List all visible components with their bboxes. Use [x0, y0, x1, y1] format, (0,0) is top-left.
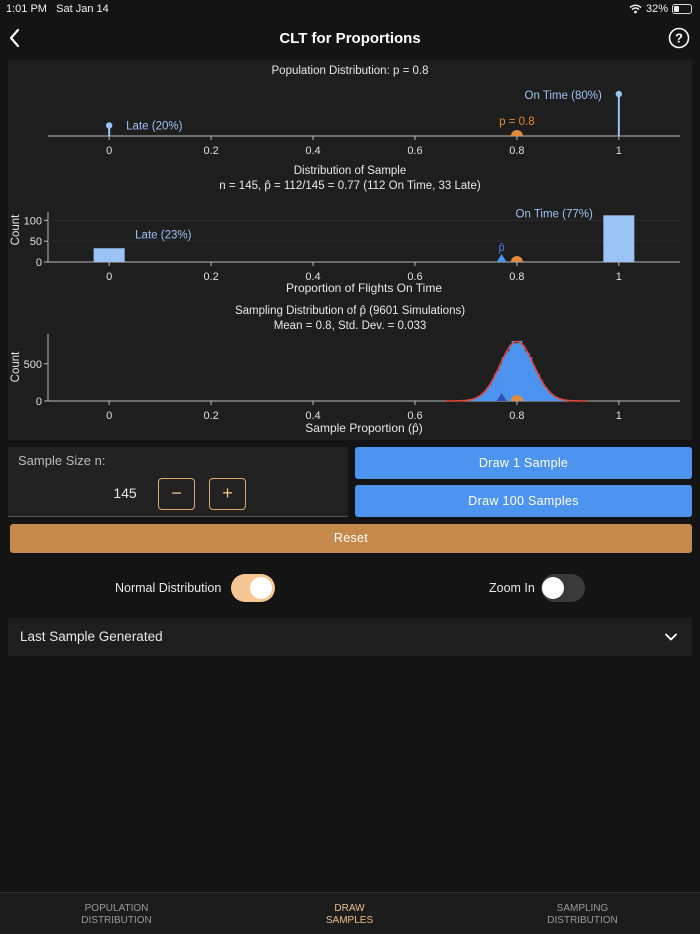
sampling-histogram-bar	[514, 343, 518, 401]
sampling-histogram-bar	[511, 341, 515, 401]
sampling-histogram-bar	[516, 342, 520, 401]
battery-percent: 32%	[645, 3, 668, 15]
wifi-icon	[629, 4, 642, 14]
y-tick-label: 500	[24, 359, 42, 371]
sample-x-ticks: 0 0.2 0.4 0.6 0.8 1	[106, 262, 622, 283]
sample-p-marker	[510, 256, 523, 262]
accordion-title: Last Sample Generated	[20, 629, 163, 644]
x-tick-label: 0.2	[203, 145, 218, 157]
sampling-histogram-bar	[519, 340, 523, 401]
population-chart-title: Population Distribution: p = 0.8	[272, 65, 429, 77]
charts-panel: Population Distribution: p = 0.8 0 0.2 0.4…	[8, 60, 692, 440]
sample-phat-label: p̂	[499, 242, 505, 254]
decrement-button[interactable]: −	[158, 478, 195, 510]
population-p-marker	[510, 130, 523, 136]
x-tick-label: 0.2	[203, 271, 218, 283]
x-tick-label: 1	[616, 145, 622, 157]
sample-chart-subtitle: n = 145, p̂ = 112/145 = 0.77 (112 On Tim…	[219, 180, 481, 192]
sample-size-card: Sample Size n: 145 − +	[8, 447, 348, 517]
tab-sampling-distribution[interactable]: SAMPLING DISTRIBUTION	[466, 903, 699, 927]
x-tick-label: 0	[106, 271, 112, 283]
y-tick-label: 0	[36, 396, 42, 408]
sample-x-label: Proportion of Flights On Time	[286, 281, 442, 295]
reset-button[interactable]: Reset	[10, 524, 692, 553]
sampling-histogram-bar	[527, 353, 530, 401]
normal-distribution-toggle[interactable]	[231, 574, 275, 602]
zoom-in-label: Zoom In	[489, 581, 535, 595]
chevron-down-icon	[665, 633, 677, 641]
population-dot	[615, 90, 623, 98]
toggle-knob	[250, 577, 272, 599]
sampling-histogram-bar	[496, 370, 500, 401]
sampling-histogram-bar	[529, 357, 533, 401]
svg-text:?: ?	[675, 31, 683, 46]
sampling-histogram-bar	[488, 384, 492, 401]
sample-phat-marker	[496, 254, 507, 262]
x-tick-label: 0.6	[407, 145, 422, 157]
sampling-histogram-bar	[509, 344, 513, 401]
battery-icon	[672, 4, 692, 14]
tab-population-distribution[interactable]: POPULATION DISTRIBUTION	[0, 903, 233, 927]
y-tick-label: 50	[30, 236, 42, 248]
sample-size-value[interactable]: 145	[98, 485, 152, 501]
x-tick-label: 0.2	[203, 410, 218, 422]
status-time: 1:01 PM Sat Jan 14	[6, 3, 109, 15]
sampling-chart-subtitle: Mean = 0.8, Std. Dev. = 0.033	[274, 320, 427, 332]
charts-svg: Population Distribution: p = 0.8 0 0.2 0.4…	[10, 65, 680, 435]
y-tick-label: 0	[36, 257, 42, 269]
population-late-label: Late (20%)	[126, 121, 182, 133]
population-p-label: p = 0.8	[499, 116, 535, 128]
normal-distribution-label: Normal Distribution	[115, 581, 222, 595]
population-dot	[105, 122, 113, 129]
sampling-chart-title: Sampling Distribution of p̂ (9601 Simula…	[235, 305, 465, 317]
sample-late-label: Late (23%)	[135, 229, 191, 241]
x-tick-label: 0	[106, 410, 112, 422]
sample-bar	[93, 248, 125, 262]
last-sample-accordion[interactable]: Last Sample Generated	[8, 618, 692, 656]
sample-size-label: Sample Size n:	[18, 453, 106, 468]
draw-1-sample-button[interactable]: Draw 1 Sample	[355, 447, 692, 479]
sampling-histogram-bar	[522, 345, 525, 401]
sampling-histogram-bar	[534, 370, 538, 401]
x-tick-label: 0.8	[509, 145, 524, 157]
sampling-histogram-bar	[532, 365, 536, 401]
y-tick-label: 100	[24, 215, 42, 227]
sample-bar	[603, 215, 635, 262]
x-tick-label: 0.4	[305, 145, 320, 157]
x-tick-label: 0	[106, 145, 112, 157]
nav-bar: CLT for Proportions ?	[0, 18, 700, 58]
sample-y-label: Count	[10, 214, 22, 245]
x-tick-label: 1	[616, 271, 622, 283]
sampling-x-ticks: 0 0.2 0.4 0.6 0.8 1	[106, 401, 622, 422]
draw-100-samples-button[interactable]: Draw 100 Samples	[355, 485, 692, 517]
page-title: CLT for Proportions	[279, 30, 421, 47]
tab-bar: POPULATION DISTRIBUTION DRAW SAMPLES SAMPL…	[0, 892, 700, 934]
sample-y-ticks: 100 50 0	[24, 215, 48, 269]
sample-chart-title: Distribution of Sample	[294, 165, 407, 177]
status-right: 32%	[629, 3, 692, 15]
sample-ontime-label: On Time (77%)	[516, 208, 593, 220]
x-tick-label: 0.8	[509, 271, 524, 283]
sampling-y-label: Count	[10, 351, 22, 382]
x-tick-label: 1	[616, 410, 622, 422]
population-x-ticks: 0 0.2 0.4 0.6 0.8 1	[106, 136, 622, 157]
zoom-in-toggle[interactable]	[541, 574, 585, 602]
sampling-histogram-bar	[506, 351, 510, 401]
x-tick-label: 0.8	[509, 410, 524, 422]
increment-button[interactable]: +	[209, 478, 246, 510]
sampling-histogram-bar	[524, 351, 528, 401]
sampling-y-ticks: 500 0	[24, 359, 48, 408]
toggle-knob	[542, 577, 564, 599]
sampling-x-label: Sample Proportion (p̂)	[305, 421, 422, 435]
sampling-histogram-bar	[504, 353, 508, 401]
help-icon[interactable]: ?	[668, 27, 690, 49]
population-ontime-label: On Time (80%)	[525, 90, 602, 102]
status-bar: 1:01 PM Sat Jan 14 32%	[0, 0, 700, 18]
tab-draw-samples[interactable]: DRAW SAMPLES	[233, 903, 466, 927]
